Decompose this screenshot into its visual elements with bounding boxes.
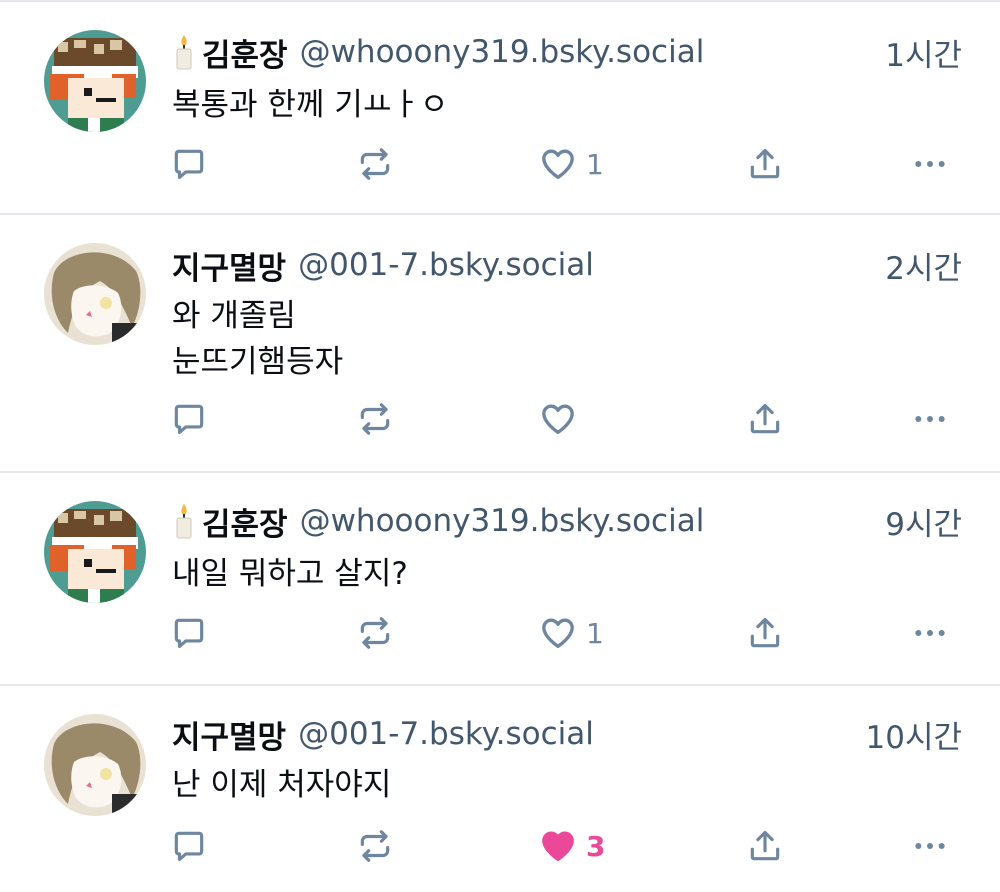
author-name[interactable]: 지구멸망: [172, 243, 286, 288]
post-actions: 1: [150, 603, 990, 663]
post-time[interactable]: 9시간: [885, 499, 962, 544]
post-time[interactable]: 1시간: [885, 30, 962, 75]
author-handle[interactable]: @whooony319.bsky.social: [300, 503, 874, 539]
post-text: 와 개졸림 눈뜨기햄등자: [172, 298, 344, 380]
like-count: 3: [586, 829, 606, 863]
post-text: 난 이제 처자야지: [172, 767, 392, 803]
like-button[interactable]: 3: [538, 816, 605, 876]
share-icon: [750, 403, 780, 434]
share-icon: [750, 148, 780, 179]
reply-button[interactable]: [170, 134, 208, 194]
avatar[interactable]: [44, 30, 146, 132]
more-options-button[interactable]: [910, 389, 950, 449]
post-header: 지구멸망 @001-7.bsky.social 2시간: [172, 243, 962, 287]
repost-icon: [360, 403, 390, 435]
reply-button[interactable]: [170, 816, 208, 876]
author-name[interactable]: 김훈장: [202, 30, 288, 75]
heart-icon: [542, 404, 574, 434]
like-count: 1: [586, 616, 604, 650]
reply-bubble-icon: [174, 618, 204, 649]
post-time[interactable]: 2시간: [885, 243, 962, 288]
post-actions: 1: [150, 134, 990, 194]
more-dots-icon: [915, 843, 945, 849]
more-options-button[interactable]: [910, 603, 950, 663]
repost-button[interactable]: [356, 816, 394, 876]
pixel-avatar-image: [44, 501, 146, 603]
heart-icon: [542, 618, 574, 648]
avatar[interactable]: [44, 243, 146, 345]
repost-icon: [360, 148, 390, 180]
post-time[interactable]: 10시간: [866, 712, 963, 757]
share-button[interactable]: [746, 603, 784, 663]
author-handle[interactable]: @001-7.bsky.social: [298, 247, 873, 283]
reply-bubble-icon: [174, 404, 204, 435]
reply-button[interactable]: [170, 603, 208, 663]
share-icon: [750, 830, 780, 861]
post-item[interactable]: 김훈장 @whooony319.bsky.social 9시간 내일 뭐하고 살…: [0, 475, 1000, 686]
share-button[interactable]: [746, 134, 784, 194]
more-options-button[interactable]: [910, 134, 950, 194]
author-handle[interactable]: @001-7.bsky.social: [298, 716, 853, 752]
avatar[interactable]: [44, 501, 146, 603]
candle-emoji-icon: [172, 33, 196, 71]
like-count: 1: [586, 147, 604, 181]
sketch-avatar-image: [44, 714, 146, 816]
like-button[interactable]: 1: [538, 603, 604, 663]
more-dots-icon: [915, 416, 945, 422]
reply-bubble-icon: [174, 149, 204, 180]
reply-button[interactable]: [170, 389, 208, 449]
share-button[interactable]: [746, 389, 784, 449]
pixel-avatar-image: [44, 30, 146, 132]
like-button[interactable]: 1: [538, 134, 604, 194]
candle-emoji-icon: [172, 502, 196, 540]
repost-icon: [360, 830, 390, 862]
post-item[interactable]: 김훈장 @whooony319.bsky.social 1시간 복통과 한께 기…: [0, 2, 1000, 215]
more-dots-icon: [915, 161, 945, 167]
post-item[interactable]: 지구멸망 @001-7.bsky.social 10시간 난 이제 처자야지 3: [0, 688, 1000, 892]
like-button[interactable]: [538, 389, 586, 449]
post-item[interactable]: 지구멸망 @001-7.bsky.social 2시간 와 개졸림 눈뜨기햄등자: [0, 217, 1000, 473]
author-name[interactable]: 김훈장: [202, 499, 288, 544]
post-text: 복통과 한께 기ㅛㅏㅇ: [172, 87, 449, 123]
more-dots-icon: [915, 630, 945, 636]
post-header: 지구멸망 @001-7.bsky.social 10시간: [172, 712, 962, 756]
post-feed: 김훈장 @whooony319.bsky.social 1시간 복통과 한께 기…: [0, 0, 1000, 892]
share-icon: [750, 617, 780, 648]
repost-button[interactable]: [356, 389, 394, 449]
author-name[interactable]: 지구멸망: [172, 712, 286, 757]
author-handle[interactable]: @whooony319.bsky.social: [300, 34, 874, 70]
reply-bubble-icon: [174, 831, 204, 862]
avatar[interactable]: [44, 714, 146, 816]
post-actions: [150, 389, 990, 449]
repost-button[interactable]: [356, 134, 394, 194]
repost-button[interactable]: [356, 603, 394, 663]
heart-filled-icon: [542, 831, 574, 861]
sketch-avatar-image: [44, 243, 146, 345]
post-actions: 3: [150, 816, 990, 876]
more-options-button[interactable]: [910, 816, 950, 876]
post-text: 내일 뭐하고 살지?: [172, 556, 408, 592]
share-button[interactable]: [746, 816, 784, 876]
post-header: 김훈장 @whooony319.bsky.social 9시간: [172, 499, 962, 543]
repost-icon: [360, 617, 390, 649]
heart-icon: [542, 149, 574, 179]
post-header: 김훈장 @whooony319.bsky.social 1시간: [172, 30, 962, 74]
